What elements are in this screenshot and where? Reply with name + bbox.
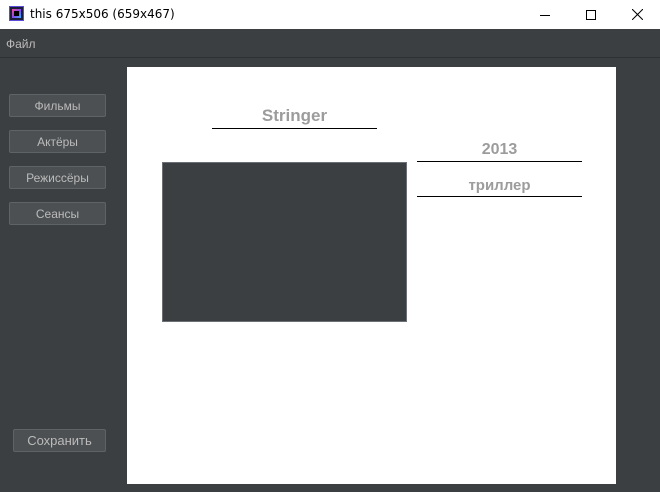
movie-genre-field[interactable]: триллер [417,175,582,197]
window-titlebar: this 675x506 (659x467) [0,0,660,29]
title-underline [212,128,377,129]
movie-year-field[interactable]: 2013 [417,139,582,161]
genre-underline [417,196,582,197]
movie-details-panel: Stringer 2013 триллер [127,67,616,484]
menu-bar: Файл [0,29,660,58]
directors-button[interactable]: Режиссёры [9,166,106,189]
save-button[interactable]: Сохранить [13,429,106,452]
maximize-icon [586,9,596,20]
close-icon [631,9,643,20]
menu-file[interactable]: Файл [6,37,36,51]
movies-button[interactable]: Фильмы [9,94,106,117]
movie-poster[interactable] [162,162,407,322]
close-button[interactable] [614,0,660,29]
actors-button[interactable]: Актёры [9,130,106,153]
year-underline [417,161,582,162]
intellij-idea-icon [9,6,24,21]
minimize-icon [540,14,550,16]
movie-title-field[interactable]: Stringer [212,105,377,127]
sessions-button[interactable]: Сеансы [9,202,106,225]
maximize-button[interactable] [568,0,614,29]
minimize-button[interactable] [522,0,568,29]
window-title: this 675x506 (659x467) [30,7,175,21]
